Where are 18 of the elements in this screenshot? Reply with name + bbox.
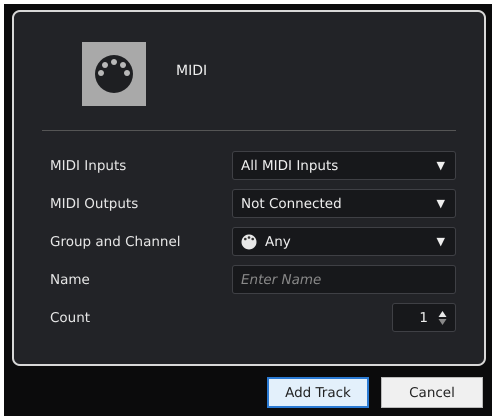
dialog-button[interactable]: Cancel [381, 377, 483, 408]
dropdown-arrow-icon: ▼ [436, 235, 445, 248]
dropdown[interactable]: All MIDI Inputs ▼ [232, 151, 456, 180]
dropdown-arrow-icon: ▼ [436, 197, 445, 210]
field-label: Name [50, 272, 91, 288]
dropdown[interactable]: Not Connected ▼ [232, 189, 456, 218]
field-label: MIDI Inputs [50, 158, 128, 174]
field-label: Group and Channel [50, 234, 182, 250]
count-spinner[interactable]: 1 [392, 303, 456, 332]
dropdown[interactable]: Any ▼ [232, 227, 456, 256]
dropdown-arrow-icon: ▼ [436, 159, 445, 172]
field-label: Count [50, 310, 92, 326]
field-label: MIDI Outputs [50, 196, 140, 212]
track-type-label: MIDI [176, 63, 208, 79]
name-input-field[interactable]: Enter Name [232, 265, 456, 294]
dialog-button[interactable]: Add Track [267, 377, 369, 408]
midi-connector-icon [82, 42, 146, 106]
up-down-arrows-icon [438, 310, 447, 326]
